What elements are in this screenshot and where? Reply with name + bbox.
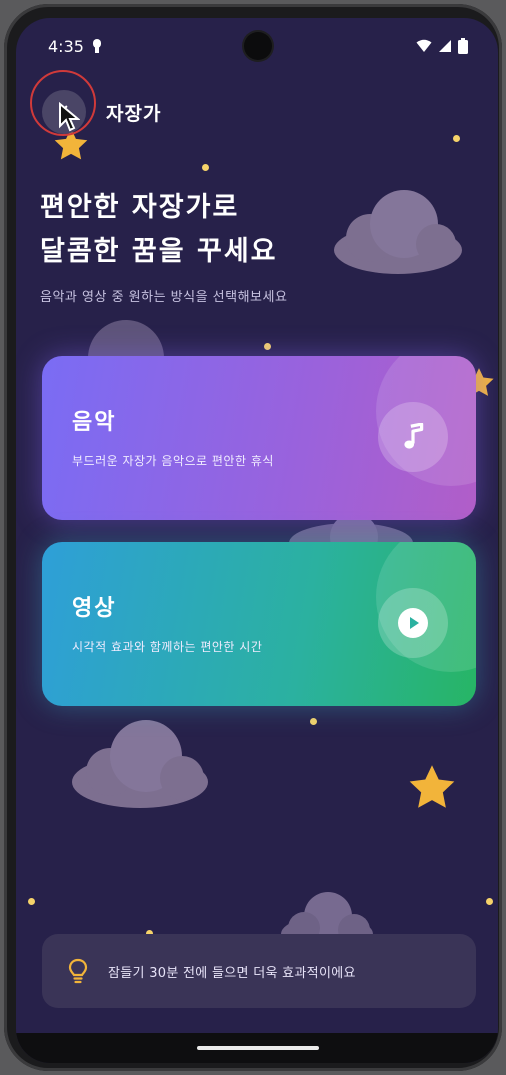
music-icon-circle (378, 402, 448, 472)
front-camera (244, 32, 272, 60)
mouse-cursor-icon (59, 102, 80, 132)
page-title: 자장가 (106, 102, 162, 125)
lightbulb-icon (68, 958, 88, 984)
tip-banner: 잠들기 30분 전에 들으면 더욱 효과적이에요 (42, 934, 476, 1008)
wifi-icon (416, 39, 432, 52)
play-icon-circle (378, 588, 448, 658)
status-time: 4:35 (48, 36, 84, 56)
star-dot (202, 164, 209, 171)
hero-title: 편안한 자장가로 달콤한 꿈을 꾸세요 (40, 186, 278, 274)
star-icon (409, 765, 455, 808)
music-card[interactable]: 음악 부드러운 자장가 음악으로 편안한 휴식 (42, 356, 476, 520)
tip-text: 잠들기 30분 전에 들으면 더욱 효과적이에요 (108, 965, 356, 981)
cloud-icon (88, 320, 164, 358)
star-dot (486, 898, 493, 905)
video-card-description: 시각적 효과와 함께하는 편안한 시간 (72, 640, 263, 654)
star-dot (310, 718, 317, 725)
star-dot (28, 898, 35, 905)
hero-title-line1: 편안한 자장가로 (40, 192, 240, 223)
video-card-title: 영상 (72, 596, 117, 621)
home-gesture-handle[interactable] (197, 1046, 319, 1050)
signal-icon (439, 40, 451, 52)
video-card[interactable]: 영상 시각적 효과와 함께하는 편안한 시간 (42, 542, 476, 706)
cloud-icon (334, 190, 462, 274)
play-icon (398, 608, 428, 638)
star-dot (264, 343, 271, 350)
music-card-title: 음악 (72, 410, 117, 435)
hero-title-line2: 달콤한 꿈을 꾸세요 (40, 236, 278, 267)
hero-subtitle: 음악과 영상 중 원하는 방식을 선택해보세요 (40, 290, 288, 305)
device-frame: 4:35 자장가 편안한 자장가로 달콤한 꿈을 꾸세요 음악과 영상 중 원하… (4, 4, 502, 1071)
screen: 4:35 자장가 편안한 자장가로 달콤한 꿈을 꾸세요 음악과 영상 중 원하… (16, 18, 498, 1063)
navigation-bar (16, 1033, 498, 1063)
music-card-description: 부드러운 자장가 음악으로 편안한 휴식 (72, 454, 274, 468)
music-note-icon (404, 423, 424, 449)
star-dot (453, 135, 460, 142)
cloud-icon (72, 720, 208, 808)
notification-icon (92, 39, 101, 53)
battery-icon (458, 38, 468, 54)
